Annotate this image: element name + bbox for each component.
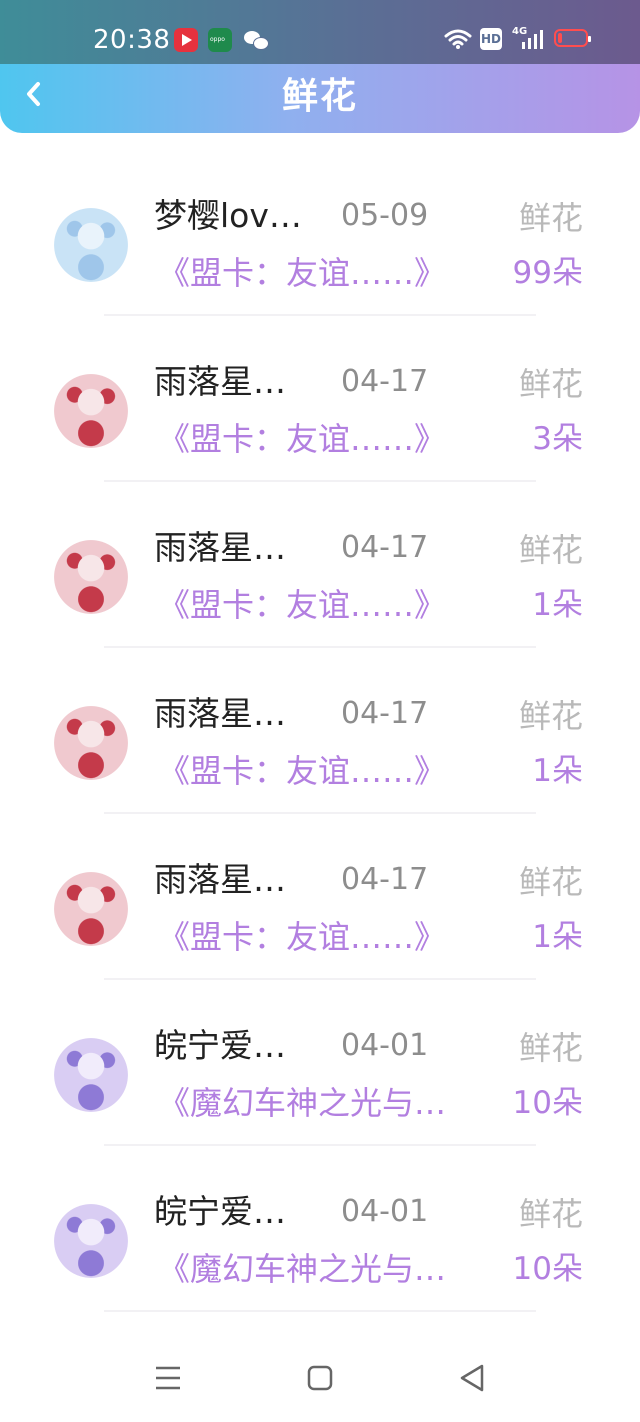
row-divider: [104, 1310, 536, 1312]
status-time: 20:38: [93, 25, 171, 55]
record-date: 04-01: [341, 1194, 429, 1229]
avatar[interactable]: [54, 1038, 128, 1112]
avatar[interactable]: [54, 208, 128, 282]
list-item[interactable]: 皖宁爱… 04-01 鲜花《魔幻车神之光与… 10朵: [0, 1146, 640, 1312]
book-title[interactable]: 《盟卡：友谊……》: [158, 748, 446, 794]
menu-icon[interactable]: [148, 1358, 188, 1398]
gift-type: 鲜花: [518, 365, 583, 403]
home-square-icon[interactable]: [300, 1358, 340, 1398]
user-name: 雨落星…: [154, 362, 286, 401]
avatar[interactable]: [54, 706, 128, 780]
user-name: 雨落星…: [154, 694, 286, 733]
list-item[interactable]: 雨落星… 04-17 鲜花《盟卡：友谊……》 3朵: [0, 316, 640, 482]
book-title[interactable]: 《盟卡：友谊……》: [158, 582, 446, 628]
hd-badge: HD: [480, 28, 502, 50]
book-title[interactable]: 《盟卡：友谊……》: [158, 250, 446, 296]
record-date: 04-01: [341, 1028, 429, 1063]
book-title[interactable]: 《魔幻车神之光与…: [158, 1246, 446, 1292]
record-date: 04-17: [341, 530, 429, 565]
gift-type: 鲜花: [518, 863, 583, 901]
flower-count: 10朵: [512, 1251, 583, 1287]
user-name: 皖宁爱…: [154, 1026, 286, 1065]
flower-count: 1朵: [532, 919, 583, 955]
list-item[interactable]: 雨落星… 04-17 鲜花《盟卡：友谊……》 1朵: [0, 648, 640, 814]
flower-record-list: 梦樱lov… 05-09 鲜花 《盟卡：友谊……》 99朵 雨落星… 04-17 鲜花 《盟卡：…: [0, 150, 640, 1312]
record-date: 04-17: [341, 696, 429, 731]
gift-type: 鲜花: [518, 1029, 583, 1067]
gift-type: 鲜花: [518, 697, 583, 735]
user-name: 梦樱lov…: [154, 196, 302, 235]
list-item[interactable]: 皖宁爱… 04-01 鲜花《魔幻车神之光与… 10朵: [0, 980, 640, 1146]
record-date: 04-17: [341, 862, 429, 897]
book-title[interactable]: 《盟卡：友谊……》: [158, 416, 446, 462]
list-item[interactable]: 雨落星… 04-17 鲜花《盟卡：友谊……》 1朵: [0, 814, 640, 980]
user-name: 雨落星…: [154, 528, 286, 567]
avatar[interactable]: [54, 540, 128, 614]
user-name: 雨落星…: [154, 860, 286, 899]
record-date: 05-09: [341, 198, 429, 233]
battery-icon: [554, 29, 591, 47]
status-bar: 20:38 oppo HD 4G: [0, 0, 640, 64]
gift-type: 鲜花: [518, 199, 583, 237]
back-triangle-icon[interactable]: [452, 1358, 492, 1398]
avatar[interactable]: [54, 872, 128, 946]
wechat-icon: [244, 28, 270, 52]
flower-count: 3朵: [532, 421, 583, 457]
system-nav-bar: [0, 1340, 640, 1422]
avatar[interactable]: [54, 374, 128, 448]
page-title: 鲜花: [281, 76, 358, 117]
avatar[interactable]: [54, 1204, 128, 1278]
book-title[interactable]: 《盟卡：友谊……》: [158, 914, 446, 960]
book-title[interactable]: 《魔幻车神之光与…: [158, 1080, 446, 1126]
signal-icon: [522, 30, 543, 49]
user-name: 皖宁爱…: [154, 1192, 286, 1231]
flower-count: 1朵: [532, 753, 583, 789]
gift-type: 鲜花: [518, 531, 583, 569]
wifi-icon: [444, 29, 472, 49]
record-date: 04-17: [341, 364, 429, 399]
oppo-app-icon: oppo: [208, 28, 232, 52]
flower-count: 99朵: [512, 255, 583, 291]
flower-count: 1朵: [532, 587, 583, 623]
list-item[interactable]: 雨落星… 04-17 鲜花《盟卡：友谊……》 1朵: [0, 482, 640, 648]
list-item[interactable]: 梦樱lov… 05-09 鲜花《盟卡：友谊……》 99朵: [0, 150, 640, 316]
gift-type: 鲜花: [518, 1195, 583, 1233]
video-app-icon: [174, 28, 198, 52]
flower-count: 10朵: [512, 1085, 583, 1121]
